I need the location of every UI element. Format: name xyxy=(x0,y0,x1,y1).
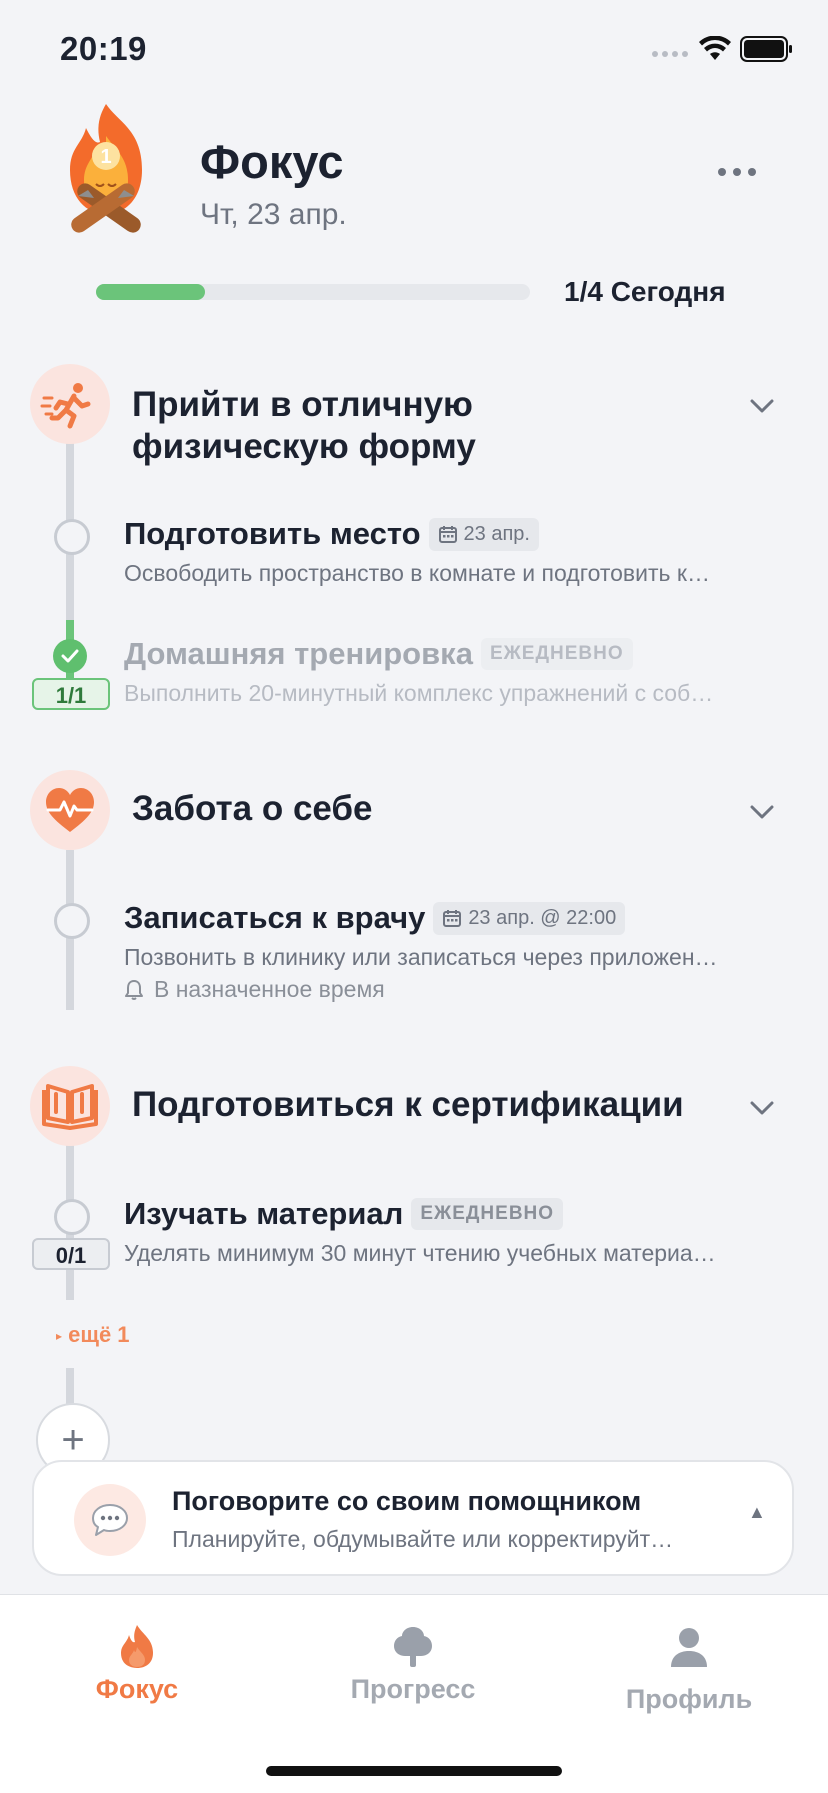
calendar-icon xyxy=(443,910,462,927)
reminder-text: В назначенное время xyxy=(154,976,385,1002)
task-description: Позвонить в клинику или записаться через… xyxy=(124,944,718,970)
wifi-icon xyxy=(699,36,731,60)
tab-bar: Фокус Прогресс Профиль xyxy=(0,1594,828,1793)
checkmark-icon xyxy=(61,649,79,663)
flame-icon xyxy=(121,1625,153,1668)
show-more-link[interactable]: ▸ ещё 1 xyxy=(56,1322,130,1348)
group-title-selfcare[interactable]: Забота о себе xyxy=(132,788,373,830)
chat-bubble-icon xyxy=(92,1504,128,1536)
chevron-down-icon[interactable] xyxy=(748,802,776,822)
plus-icon: + xyxy=(61,1417,85,1462)
person-icon xyxy=(671,1628,707,1667)
caret-right-icon: ▸ xyxy=(56,1329,63,1343)
task-title-text: Изучать материал xyxy=(124,1196,404,1231)
task-reminder: В назначенное время xyxy=(124,976,385,1003)
tab-focus[interactable]: Фокус xyxy=(37,1623,237,1705)
group-icon-fitness xyxy=(30,364,110,444)
task-checkbox[interactable] xyxy=(54,903,90,939)
task-title-prepare-place[interactable]: Подготовить место 23 апр. xyxy=(124,516,539,552)
running-person-icon xyxy=(40,383,91,429)
chevron-down-icon[interactable] xyxy=(748,396,776,416)
more-options-icon[interactable] xyxy=(718,168,756,176)
due-date-chip: 23 апр. @ 22:00 xyxy=(433,901,626,935)
group-title-line: Прийти в отличную xyxy=(132,385,473,424)
open-book-icon xyxy=(42,1084,98,1130)
daily-progress-label: 1/4 Сегодня xyxy=(564,276,726,307)
status-time: 20:19 xyxy=(60,30,147,67)
task-checkbox-checked[interactable] xyxy=(53,639,87,673)
chevron-down-icon[interactable] xyxy=(748,1098,776,1118)
task-checkbox[interactable] xyxy=(54,1199,90,1235)
calendar-icon xyxy=(438,526,457,543)
group-icon-certification xyxy=(30,1066,110,1146)
group-title-line: физическую форму xyxy=(132,427,476,466)
svg-text:1: 1 xyxy=(100,146,111,168)
assistant-avatar xyxy=(74,1484,146,1556)
tree-icon xyxy=(394,1627,432,1667)
page-date: Чт, 23 апр. xyxy=(200,198,347,231)
due-date-text: 23 апр. xyxy=(463,522,530,545)
task-checkbox[interactable] xyxy=(54,519,90,555)
timeline-rail xyxy=(66,1368,74,1404)
due-date-text: 23 апр. @ 22:00 xyxy=(468,906,617,929)
bell-icon xyxy=(125,979,143,1000)
expand-up-icon[interactable]: ▲ xyxy=(748,1502,766,1523)
assistant-title: Поговорите со своим помощником xyxy=(172,1486,642,1516)
cellular-signal-icon xyxy=(652,51,688,57)
home-indicator xyxy=(266,1766,562,1776)
group-icon-selfcare xyxy=(30,770,110,850)
battery-icon xyxy=(740,36,792,62)
task-title-text: Подготовить место xyxy=(124,516,421,551)
tab-label: Профиль xyxy=(625,1684,753,1714)
daily-progress-fill xyxy=(96,284,205,300)
task-title-text: Записаться к врачу xyxy=(124,900,426,935)
recurrence-tag: ЕЖЕДНЕВНО xyxy=(411,1198,564,1230)
tab-progress[interactable]: Прогресс xyxy=(313,1623,513,1705)
task-counter: 1/1 xyxy=(32,678,110,710)
campfire-streak-icon: 1 xyxy=(70,104,142,233)
task-counter: 0/1 xyxy=(32,1238,110,1270)
task-title-doctor[interactable]: Записаться к врачу 23 апр. @ 22:00 xyxy=(124,900,626,936)
recurrence-tag: ЕЖЕДНЕВНО xyxy=(480,638,633,670)
tab-profile[interactable]: Профиль xyxy=(589,1625,789,1715)
group-title-fitness[interactable]: Прийти в отличную физическую форму xyxy=(132,384,476,468)
task-title-text: Домашняя тренировка xyxy=(124,636,473,671)
page-title: Фокус xyxy=(200,135,344,188)
task-title-home-workout[interactable]: Домашняя тренировка ЕЖЕДНЕВНО xyxy=(124,636,633,672)
assistant-subtitle: Планируйте, обдумывайте или корректируйт… xyxy=(172,1526,674,1552)
tab-label: Фокус xyxy=(95,1674,179,1704)
task-title-study[interactable]: Изучать материал ЕЖЕДНЕВНО xyxy=(124,1196,564,1232)
daily-progress-bar xyxy=(96,284,530,300)
task-description: Уделять минимум 30 минут чтению учебных … xyxy=(124,1240,716,1266)
assistant-card[interactable]: Поговорите со своим помощником Планируйт… xyxy=(32,1460,794,1576)
due-date-chip: 23 апр. xyxy=(428,517,539,551)
heart-pulse-icon xyxy=(46,788,94,832)
task-description: Освободить пространство в комнате и подг… xyxy=(124,560,710,586)
group-title-certification[interactable]: Подготовиться к сертификации xyxy=(132,1084,684,1126)
task-description: Выполнить 20-минутный комплекс упражнени… xyxy=(124,680,714,706)
tab-label: Прогресс xyxy=(350,1674,476,1704)
show-more-text: ещё 1 xyxy=(68,1322,130,1347)
